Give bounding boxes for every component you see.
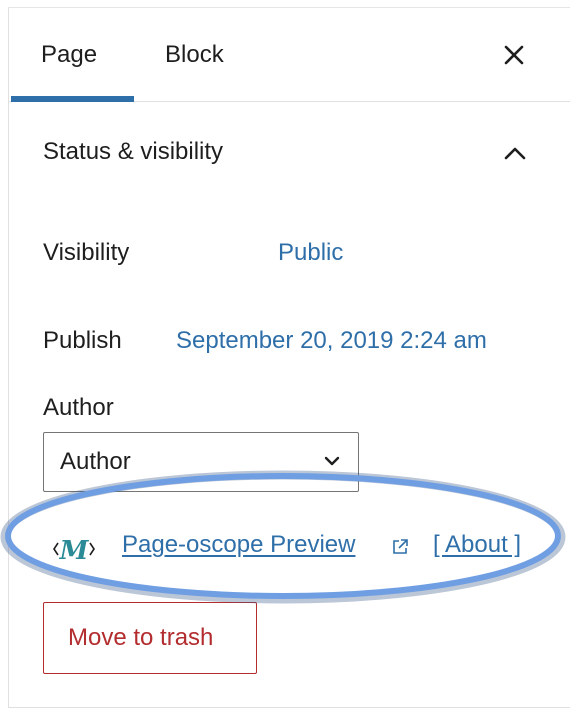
pageoscope-logo-icon: M: [51, 532, 97, 566]
move-to-trash-button[interactable]: Move to trash: [43, 602, 257, 674]
author-label: Author: [43, 394, 114, 421]
tab-block[interactable]: Block: [165, 40, 224, 70]
publish-label: Publish: [43, 327, 122, 354]
move-to-trash-label: Move to trash: [68, 624, 214, 651]
logo-letter: M: [59, 536, 90, 566]
about-link[interactable]: [ About ]: [433, 530, 521, 560]
pageoscope-preview-link[interactable]: Page-oscope Preview: [122, 530, 355, 560]
active-tab-indicator: [11, 96, 134, 102]
visibility-label: Visibility: [43, 239, 130, 266]
visibility-toggle[interactable]: Public: [278, 238, 343, 268]
chevron-down-icon: [324, 456, 340, 466]
document-settings-sidebar: Page Block Status & visibility Visibilit…: [8, 8, 570, 708]
tab-page[interactable]: Page: [41, 40, 97, 70]
external-link-icon: [391, 538, 409, 556]
close-sidebar-button[interactable]: [499, 40, 529, 70]
section-toggle-button[interactable]: [503, 144, 527, 162]
bottom-divider: [8, 707, 570, 708]
publish-date-toggle[interactable]: September 20, 2019 2:24 am: [176, 326, 487, 356]
chevron-up-icon: [504, 147, 526, 160]
close-icon: [504, 45, 524, 65]
author-select-value: Author: [60, 448, 131, 475]
author-select[interactable]: Author: [43, 432, 359, 492]
section-title[interactable]: Status & visibility: [43, 137, 223, 167]
sidebar-tabs: Page Block: [9, 8, 570, 102]
